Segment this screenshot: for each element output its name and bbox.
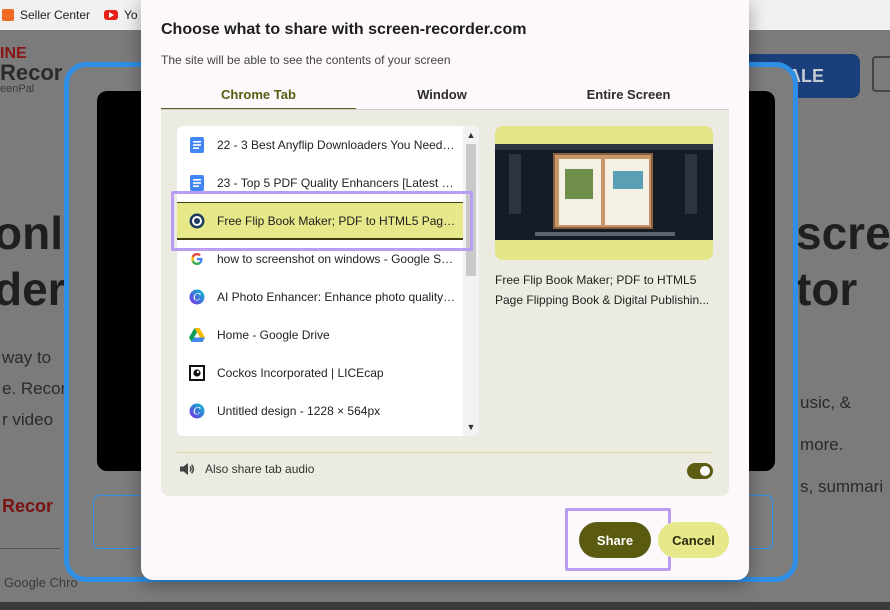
preview-image <box>565 169 593 199</box>
licecap-icon <box>189 365 205 381</box>
tab-title: how to screenshot on windows - Google Se… <box>217 252 457 266</box>
audio-label: Also share tab audio <box>205 462 315 476</box>
hero-line: scree <box>796 207 890 259</box>
youtube-icon <box>104 10 119 20</box>
bookmark-label: Seller Center <box>20 8 91 22</box>
taskbar-strip <box>0 602 890 610</box>
share-audio-option: Also share tab audio <box>179 462 314 476</box>
tab-chrome-tab[interactable]: Chrome Tab <box>161 80 356 110</box>
hero-line: tor <box>796 263 858 315</box>
tab-title: Cockos Incorporated | LICEcap <box>217 366 384 380</box>
preview-screenshot <box>495 144 713 240</box>
google-docs-icon <box>189 137 205 153</box>
site-logo[interactable]: INE Recor eenPal <box>0 46 62 95</box>
canva-icon: C <box>189 289 205 305</box>
tab-title: Untitled design - 1228 × 564px <box>217 404 381 418</box>
preview-toolbar <box>495 144 713 150</box>
svg-text:C: C <box>193 293 201 304</box>
tab-window[interactable]: Window <box>356 80 528 110</box>
tab-list-scrollbar[interactable]: ▲ ▼ <box>463 126 479 436</box>
flipbook-site-icon <box>189 213 205 229</box>
dialog-subtitle: The site will be able to see the content… <box>161 53 451 67</box>
list-item[interactable]: 22 - 3 Best Anyflip Downloaders You Need… <box>177 126 463 164</box>
seller-center-icon <box>2 9 14 21</box>
google-docs-icon <box>189 175 205 191</box>
scroll-up-icon[interactable]: ▲ <box>463 128 479 142</box>
tab-title: Free Flip Book Maker; PDF to HTML5 Page … <box>217 213 457 228</box>
google-icon <box>189 251 205 267</box>
scroll-thumb[interactable] <box>466 144 476 276</box>
dialog-title: Choose what to share with screen-recorde… <box>161 21 527 38</box>
list-item[interactable]: how to screenshot on windows - Google Se… <box>177 240 463 278</box>
list-item[interactable]: C AI Photo Enhancer: Enhance photo quali… <box>177 278 463 316</box>
divider <box>0 548 60 549</box>
subtext-line: s, summari <box>800 477 884 496</box>
menu-icon[interactable] <box>872 56 890 92</box>
preview-flipbook <box>553 153 653 229</box>
share-button[interactable]: Share <box>579 522 651 558</box>
list-item[interactable]: 23 - Top 5 PDF Quality Enhancers [Latest… <box>177 164 463 202</box>
audio-divider <box>177 452 713 453</box>
hero-heading-right: scree tor <box>796 205 890 317</box>
list-item[interactable]: Home - Google Drive <box>177 316 463 354</box>
tab-title: 22 - 3 Best Anyflip Downloaders You Need… <box>217 138 457 152</box>
tab-title: AI Photo Enhancer: Enhance photo quality… <box>217 290 457 304</box>
preview-sidebar <box>685 154 697 214</box>
tab-title: Home - Google Drive <box>217 328 330 342</box>
share-screen-dialog: Choose what to share with screen-recorde… <box>141 0 749 580</box>
list-item[interactable]: C Untitled design - 1228 × 564px <box>177 392 463 430</box>
tab-preview-thumbnail <box>495 126 713 260</box>
google-drive-icon <box>189 327 205 343</box>
share-source-tabs: Chrome Tab Window Entire Screen <box>161 80 729 110</box>
preview-page-left <box>559 159 601 225</box>
chrome-tab-list[interactable]: 22 - 3 Best Anyflip Downloaders You Need… <box>177 126 479 436</box>
preview-sidebar <box>509 154 521 214</box>
footer-text: Google Chro <box>4 575 78 590</box>
preview-image <box>613 171 643 189</box>
tab-entire-screen[interactable]: Entire Screen <box>528 80 729 110</box>
logo-line-2: Recor <box>0 60 63 85</box>
preview-caption: Free Flip Book Maker; PDF to HTML5 Page … <box>495 273 710 307</box>
share-audio-toggle[interactable] <box>687 463 713 479</box>
preview-page-right <box>605 159 649 225</box>
record-label: Recor <box>2 496 54 516</box>
cancel-button[interactable]: Cancel <box>658 522 729 558</box>
bookmark-label: Yo <box>124 8 138 22</box>
logo-line-3: eenPal <box>0 83 35 95</box>
svg-text:C: C <box>193 407 201 418</box>
canva-icon: C <box>189 403 205 419</box>
subtext-line: usic, & more. <box>800 393 852 454</box>
bookmark-seller-center[interactable]: Seller Center <box>2 8 90 22</box>
scroll-down-icon[interactable]: ▼ <box>463 420 479 434</box>
list-item[interactable]: Cockos Incorporated | LICEcap <box>177 354 463 392</box>
list-item-selected[interactable]: Free Flip Book Maker; PDF to HTML5 Page … <box>177 202 463 240</box>
share-panel: 22 - 3 Best Anyflip Downloaders You Need… <box>161 110 729 496</box>
preview-footer <box>535 232 675 236</box>
hero-subtext-right: usic, & more. s, summari <box>800 382 890 508</box>
speaker-icon <box>180 463 195 475</box>
bookmark-youtube[interactable]: Yo <box>104 8 138 22</box>
tab-title: 23 - Top 5 PDF Quality Enhancers [Latest… <box>217 176 457 190</box>
